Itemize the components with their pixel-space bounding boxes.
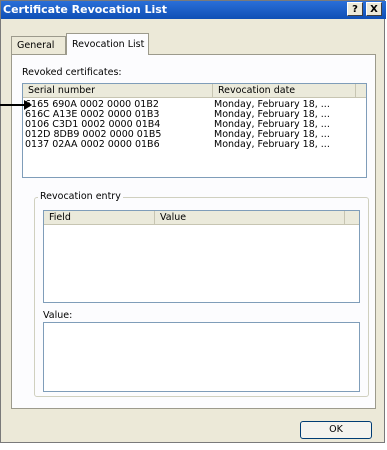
revocation-entry-group: Revocation entry Field Value Value: [34,191,369,397]
window-title: Certificate Revocation List [3,3,168,16]
column-serial-number[interactable]: Serial number [23,84,213,97]
column-revocation-date[interactable]: Revocation date [213,84,356,97]
value-label: Value: [43,310,73,321]
tab-general[interactable]: General [11,36,66,54]
revoked-certificates-label: Revoked certificates: [22,67,122,78]
title-bar[interactable]: Certificate Revocation List ? X [1,1,386,19]
revocation-date-cell: Monday, February 18, ... [214,139,330,150]
certificate-revocation-list-dialog: Certificate Revocation List ? X General … [0,0,386,443]
close-button[interactable]: X [366,2,382,16]
serial-number-cell: 0137 02AA 0002 0000 01B6 [25,139,160,150]
help-button[interactable]: ? [347,2,363,16]
tab-revocation-list[interactable]: Revocation List [66,33,149,55]
column-field[interactable]: Field [44,211,155,224]
arrow-pointer-icon [0,100,32,110]
entry-list-header: Field Value [44,211,359,225]
ok-button[interactable]: OK [300,421,372,439]
revoked-list-header: Serial number Revocation date [23,84,366,98]
column-value[interactable]: Value [155,211,345,224]
revocation-entry-label: Revocation entry [38,191,123,202]
revoked-certificates-list[interactable]: Serial number Revocation date 6165 690A … [22,83,367,178]
table-row[interactable]: 0137 02AA 0002 0000 01B6 Monday, Februar… [23,140,366,150]
revocation-list-panel: Revoked certificates: Serial number Revo… [11,54,376,409]
value-textarea[interactable] [43,322,360,392]
revocation-entry-fields-list[interactable]: Field Value [43,210,360,303]
